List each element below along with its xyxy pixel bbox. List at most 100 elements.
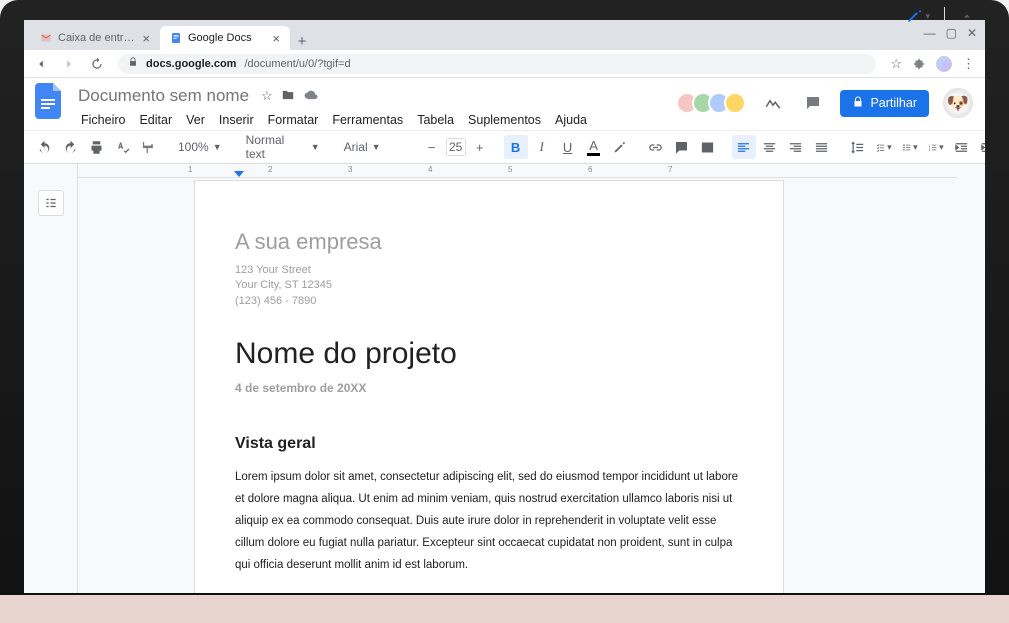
indent-increase-icon[interactable]: [976, 135, 985, 159]
browser-tab-docs[interactable]: Google Docs ×: [160, 26, 290, 50]
undo-icon[interactable]: [32, 135, 56, 159]
star-icon[interactable]: ☆: [261, 88, 273, 104]
lock-icon: [128, 57, 138, 70]
close-icon[interactable]: ×: [272, 31, 280, 46]
ruler-tick: 3: [348, 165, 352, 174]
cloud-status-icon[interactable]: [303, 88, 319, 104]
address-line[interactable]: Your City, ST 12345: [235, 278, 743, 293]
menu-table[interactable]: Tabela: [412, 110, 459, 130]
close-icon[interactable]: ×: [142, 31, 150, 46]
ruler-tick: 4: [428, 165, 432, 174]
font-size-decrease[interactable]: −: [420, 135, 444, 159]
address-line[interactable]: 123 Your Street: [235, 263, 743, 278]
menu-format[interactable]: Formatar: [263, 110, 324, 130]
print-icon[interactable]: [84, 135, 108, 159]
insert-image-icon[interactable]: [696, 135, 720, 159]
spellcheck-icon[interactable]: [110, 135, 134, 159]
insert-link-icon[interactable]: [644, 135, 668, 159]
zoom-select[interactable]: 100%▼: [172, 140, 228, 154]
vertical-ruler[interactable]: [64, 164, 78, 593]
font-size-increase[interactable]: +: [468, 135, 492, 159]
docs-icon: [170, 32, 182, 44]
font-size-input[interactable]: 25: [446, 138, 466, 156]
gmail-icon: [40, 32, 52, 44]
browser-window: Caixa de entrada (8) × Google Docs × + —…: [24, 20, 985, 593]
close-icon[interactable]: ✕: [967, 26, 977, 40]
ruler-tick: 1: [188, 165, 192, 174]
ruler-tick: 2: [268, 165, 272, 174]
maximize-icon[interactable]: ▢: [946, 26, 957, 40]
lock-icon: [852, 96, 864, 111]
bulleted-list-icon[interactable]: ▾: [898, 135, 922, 159]
docs-logo[interactable]: [32, 84, 66, 118]
company-name[interactable]: A sua empresa: [235, 229, 743, 255]
left-margin-marker[interactable]: [234, 171, 244, 177]
menu-help[interactable]: Ajuda: [550, 110, 592, 130]
share-label: Partilhar: [870, 96, 917, 110]
project-title[interactable]: Nome do projeto: [235, 337, 743, 371]
section-heading[interactable]: Vista geral: [235, 435, 743, 453]
activity-icon[interactable]: [760, 91, 786, 115]
menu-edit[interactable]: Editar: [134, 110, 177, 130]
browser-menu-icon[interactable]: ⋮: [962, 56, 975, 72]
bold-button[interactable]: B: [504, 135, 528, 159]
highlight-button[interactable]: [608, 135, 632, 159]
ruler-tick: 5: [508, 165, 512, 174]
browser-urlbar: docs.google.com/document/u/0/?tgif=d ☆ ⋮: [24, 50, 985, 78]
outline-toggle-button[interactable]: [38, 190, 64, 216]
text-color-button[interactable]: A: [582, 135, 606, 159]
avatar: [724, 92, 746, 114]
window-controls: — ▢ ✕: [924, 26, 977, 40]
document-canvas: 1 2 3 4 5 6 7 A sua empresa 123 Your Str…: [24, 164, 985, 593]
forward-icon: [62, 57, 76, 71]
align-left-icon[interactable]: [732, 135, 756, 159]
reload-icon[interactable]: [90, 57, 104, 71]
document-title-input[interactable]: Documento sem nome: [76, 84, 251, 108]
profile-avatar[interactable]: [936, 56, 952, 72]
menu-tools[interactable]: Ferramentas: [327, 110, 408, 130]
redo-icon[interactable]: [58, 135, 82, 159]
account-avatar[interactable]: 🐶: [943, 88, 973, 118]
new-tab-button[interactable]: +: [290, 33, 314, 50]
paragraph-style-select[interactable]: Normal text▼: [240, 133, 326, 161]
insert-comment-icon[interactable]: [670, 135, 694, 159]
extensions-icon[interactable]: [912, 57, 926, 71]
editing-mode-button[interactable]: ▾: [902, 20, 934, 28]
align-right-icon[interactable]: [784, 135, 808, 159]
menu-file[interactable]: Ficheiro: [76, 110, 130, 130]
numbered-list-icon[interactable]: 123▾: [924, 135, 948, 159]
italic-button[interactable]: I: [530, 135, 554, 159]
minimize-icon[interactable]: —: [924, 26, 936, 40]
ruler-tick: 7: [668, 165, 672, 174]
url-path: /document/u/0/?tgif=d: [244, 58, 350, 70]
tab-title: Google Docs: [188, 32, 266, 44]
browser-tabstrip: Caixa de entrada (8) × Google Docs × + —…: [24, 20, 985, 50]
menu-addons[interactable]: Suplementos: [463, 110, 546, 130]
checklist-icon[interactable]: ▾: [872, 135, 896, 159]
move-icon[interactable]: [281, 88, 295, 104]
align-justify-icon[interactable]: [810, 135, 834, 159]
document-page[interactable]: A sua empresa 123 Your Street Your City,…: [194, 180, 784, 593]
collapse-toolbar-icon[interactable]: [955, 20, 979, 28]
align-center-icon[interactable]: [758, 135, 782, 159]
menu-view[interactable]: Ver: [181, 110, 210, 130]
tab-title: Caixa de entrada (8): [58, 32, 136, 44]
document-date[interactable]: 4 de setembro de 20XX: [235, 381, 743, 395]
bookmark-icon[interactable]: ☆: [890, 56, 902, 72]
address-line[interactable]: (123) 456 - 7890: [235, 294, 743, 309]
paint-format-icon[interactable]: [136, 135, 160, 159]
underline-button[interactable]: U: [556, 135, 580, 159]
collaborator-avatars[interactable]: [682, 92, 746, 114]
horizontal-ruler[interactable]: 1 2 3 4 5 6 7: [78, 164, 957, 178]
back-icon[interactable]: [34, 57, 48, 71]
line-spacing-icon[interactable]: [846, 135, 870, 159]
menu-insert[interactable]: Inserir: [214, 110, 259, 130]
comments-icon[interactable]: [800, 91, 826, 115]
share-button[interactable]: Partilhar: [840, 90, 929, 117]
indent-decrease-icon[interactable]: [950, 135, 974, 159]
body-paragraph[interactable]: Lorem ipsum dolor sit amet, consectetur …: [235, 467, 743, 576]
browser-tab-gmail[interactable]: Caixa de entrada (8) ×: [30, 26, 160, 50]
url-input[interactable]: docs.google.com/document/u/0/?tgif=d: [118, 54, 876, 74]
formatting-toolbar: 100%▼ Normal text▼ Arial▼ − 25 + B I U A…: [24, 130, 985, 164]
font-select[interactable]: Arial▼: [338, 140, 408, 154]
